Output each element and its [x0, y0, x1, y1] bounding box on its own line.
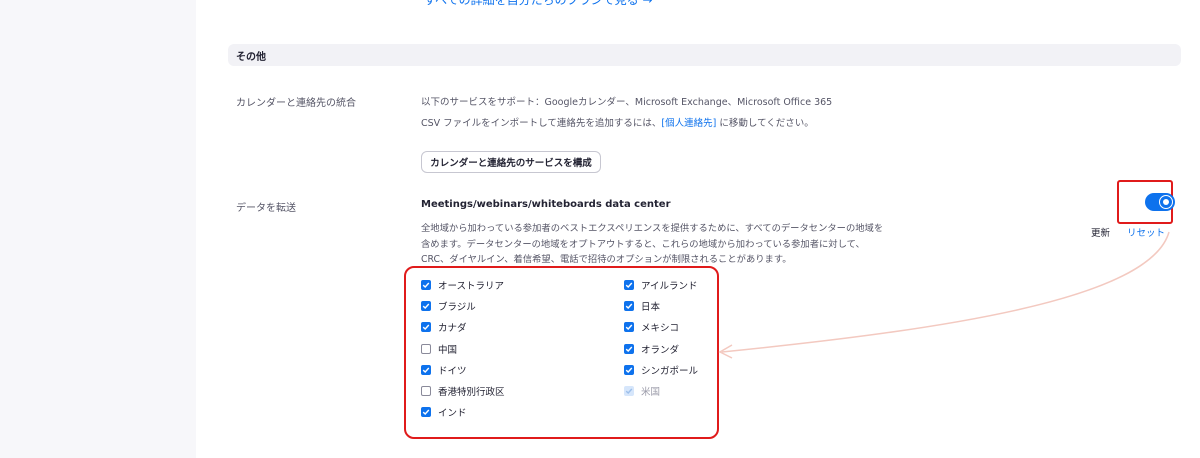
region-checkbox-germany[interactable]: ドイツ: [421, 363, 467, 377]
region-checkbox-hong-kong[interactable]: 香港特別行政区: [421, 384, 505, 398]
region-checkbox-united-states: 米国: [624, 384, 660, 398]
description-line: 含めます。データセンターの地域をオプトアウトすると、これらの地域から加わっている…: [421, 238, 865, 250]
region-label: 日本: [641, 302, 661, 313]
region-checkbox-japan[interactable]: 日本: [624, 299, 660, 313]
update-link[interactable]: 更新: [1091, 225, 1110, 239]
region-label: ブラジル: [438, 302, 476, 313]
region-checkbox-australia[interactable]: オーストラリア: [421, 278, 504, 292]
checkbox-unchecked-icon: [421, 344, 431, 354]
supported-services-text: 以下のサービスをサポート：Googleカレンダー、Microsoft Excha…: [421, 97, 833, 108]
data-transfer-label: データを転送: [236, 203, 296, 214]
checkbox-checked-icon: [624, 301, 634, 311]
region-checkbox-singapore[interactable]: シンガポール: [624, 363, 698, 377]
checkbox-checked-icon: [624, 344, 634, 354]
top-cut-link[interactable]: すべての詳細を自分たちのプランで見る →: [424, 0, 653, 8]
region-checkbox-netherlands[interactable]: オランダ: [624, 342, 679, 356]
region-checkbox-india[interactable]: インド: [421, 405, 467, 419]
region-checkbox-canada[interactable]: カナダ: [421, 320, 467, 334]
checkbox-checked-icon: [421, 407, 431, 417]
section-title: その他: [236, 52, 266, 63]
left-sidebar: [0, 0, 196, 458]
region-label: メキシコ: [641, 323, 680, 334]
checkbox-checked-icon: [421, 322, 431, 332]
reset-link[interactable]: リセット: [1127, 225, 1165, 239]
checkbox-checked-icon: [624, 322, 634, 332]
calendar-integration-label: カレンダーと連絡先の統合: [236, 98, 356, 109]
data-center-description: 全地域から加わっている参加者のベストエクスペリエンスを提供するために、すべてのデ…: [421, 221, 883, 268]
checkbox-checked-icon: [624, 280, 634, 290]
toggle-knob: [1159, 195, 1173, 209]
region-label: インド: [438, 408, 467, 419]
csv-import-prefix: CSV ファイルをインポートして連絡先を追加するには、: [421, 118, 662, 129]
configure-calendar-contacts-button[interactable]: カレンダーと連絡先のサービスを構成: [421, 151, 601, 173]
csv-import-text: CSV ファイルをインポートして連絡先を追加するには、[個人連絡先] に移動して…: [421, 115, 814, 129]
region-label: アイルランド: [641, 281, 698, 292]
data-center-toggle[interactable]: [1145, 193, 1175, 211]
region-label: オーストラリア: [438, 281, 505, 292]
region-label: 香港特別行政区: [438, 387, 505, 398]
region-label: オランダ: [641, 345, 680, 356]
checkbox-disabled-icon: [624, 386, 634, 396]
section-header-other: その他: [228, 44, 1181, 66]
region-label: ドイツ: [438, 366, 467, 377]
checkbox-checked-icon: [421, 280, 431, 290]
region-checkbox-mexico[interactable]: メキシコ: [624, 320, 679, 334]
region-label: 米国: [641, 387, 661, 398]
region-label: カナダ: [438, 323, 467, 334]
csv-import-suffix: に移動してください。: [716, 118, 814, 129]
description-line: 全地域から加わっている参加者のベストエクスペリエンスを提供するために、すべてのデ…: [421, 223, 884, 234]
region-checkbox-china[interactable]: 中国: [421, 342, 457, 356]
region-checkbox-brazil[interactable]: ブラジル: [421, 299, 476, 313]
personal-contacts-link[interactable]: [個人連絡先]: [661, 118, 716, 129]
region-label: シンガポール: [641, 366, 699, 377]
checkbox-checked-icon: [421, 365, 431, 375]
data-center-heading: Meetings/webinars/whiteboards data cente…: [421, 199, 671, 210]
region-checkbox-ireland[interactable]: アイルランド: [624, 278, 698, 292]
checkbox-checked-icon: [421, 301, 431, 311]
region-label: 中国: [438, 345, 458, 356]
checkbox-unchecked-icon: [421, 386, 431, 396]
checkbox-checked-icon: [624, 365, 634, 375]
